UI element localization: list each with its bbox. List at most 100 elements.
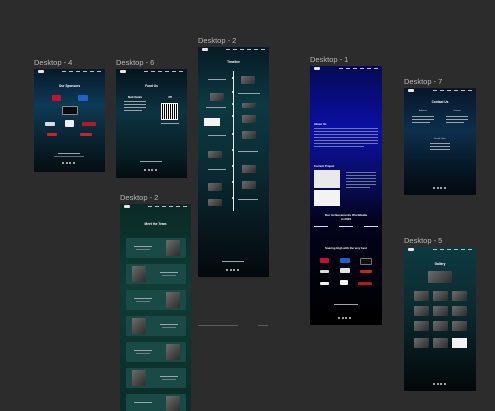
qr-code-image (161, 103, 178, 120)
frame-desktop-6-fund[interactable]: Fund Us Bank Details UPI (116, 69, 187, 178)
team-member-name (160, 376, 178, 377)
frame-desktop-2-timeline[interactable]: Timeline (198, 47, 269, 277)
sponsor-logo-8 (80, 133, 92, 136)
project-text-line (346, 181, 376, 182)
project-text-line (346, 178, 376, 179)
frame-label-desktop-4[interactable]: Desktop - 4 (34, 58, 72, 67)
timeline-text (206, 107, 226, 108)
sponsors-heading: Soaring High with the very best (325, 246, 367, 250)
team-member-card[interactable] (126, 264, 186, 284)
nav-links (339, 68, 378, 69)
about-text-line (314, 131, 378, 132)
about-text-line (314, 143, 378, 144)
frame-label-desktop-2-team[interactable]: Desktop - 2 (120, 193, 158, 202)
upi-title: UPI (168, 96, 172, 99)
social-icons[interactable] (226, 269, 239, 271)
team-member-role (162, 275, 176, 276)
timeline-dot (232, 149, 234, 151)
gallery-photo[interactable] (452, 306, 467, 316)
team-member-card[interactable] (126, 368, 186, 388)
gallery-photo[interactable] (452, 321, 467, 331)
social-icons[interactable] (62, 162, 75, 164)
project-aircraft-image (314, 170, 340, 188)
footer-text-line (58, 153, 80, 154)
frame-desktop-5-gallery[interactable]: Gallery (404, 247, 476, 391)
gallery-photo[interactable] (433, 291, 448, 301)
upi-id-line (161, 123, 179, 124)
timeline-text (208, 169, 226, 170)
about-text-line (314, 134, 378, 135)
bank-detail-line (124, 104, 146, 105)
team-member-card[interactable] (126, 290, 186, 310)
canvas-divider (258, 325, 268, 326)
team-member-role (162, 327, 176, 328)
brand-logo (38, 70, 44, 73)
brand-logo (124, 205, 130, 208)
frame-desktop-7-contact[interactable]: Contact Us Address Contact Social Links (404, 88, 476, 195)
sponsor-logo-1 (320, 258, 329, 263)
frame-label-desktop-7[interactable]: Desktop - 7 (404, 77, 442, 86)
sponsor-logo-7 (320, 282, 329, 285)
frame-label-desktop-5[interactable]: Desktop - 5 (404, 236, 442, 245)
social-icons[interactable] (144, 169, 157, 171)
navbar (404, 88, 476, 93)
team-member-photo (132, 318, 146, 334)
gallery-photo[interactable] (414, 291, 429, 301)
sponsor-logo-1 (52, 95, 61, 101)
sponsor-logo-3 (360, 258, 372, 265)
gallery-photo[interactable] (433, 338, 448, 348)
section-title: Gallery (434, 262, 446, 266)
gallery-photo[interactable] (414, 338, 429, 348)
bank-details-title: Bank Details (127, 96, 143, 99)
gallery-photo[interactable] (414, 306, 429, 316)
address-line (412, 122, 430, 123)
frame-label-desktop-6[interactable]: Desktop - 6 (116, 58, 154, 67)
achievements-subheading: in 2024 (340, 217, 352, 221)
gallery-photo-white[interactable] (452, 338, 467, 348)
navbar (404, 247, 476, 252)
navbar (116, 69, 187, 74)
gallery-photo[interactable] (433, 321, 448, 331)
frame-label-desktop-1[interactable]: Desktop - 1 (310, 55, 348, 64)
timeline-text (238, 93, 260, 94)
timeline-photo (210, 93, 224, 101)
achievement-item (339, 226, 353, 227)
sponsor-logo-3 (62, 106, 78, 115)
bank-detail-line (124, 101, 146, 102)
gallery-photo[interactable] (414, 321, 429, 331)
gallery-photo-featured[interactable] (428, 271, 452, 283)
frame-desktop-4-sponsors[interactable]: Our Sponsors (34, 69, 105, 172)
brand-logo (314, 67, 320, 70)
nav-links (226, 49, 265, 50)
sponsor-logo-2 (78, 95, 88, 101)
section-title: Contact Us (431, 100, 449, 104)
project-text-line (346, 172, 376, 173)
timeline-text (208, 135, 226, 136)
footer-text-line (140, 161, 162, 162)
social-icons[interactable] (433, 383, 446, 385)
social-icons[interactable] (338, 317, 351, 319)
timeline-dot (232, 133, 234, 135)
team-member-card[interactable] (126, 394, 186, 411)
gallery-photo[interactable] (452, 291, 467, 301)
team-member-photo (166, 344, 180, 360)
gallery-photo[interactable] (433, 306, 448, 316)
team-member-card[interactable] (126, 316, 186, 336)
team-member-card[interactable] (126, 238, 186, 258)
section-title: Timeline (227, 60, 240, 64)
team-member-card[interactable] (126, 342, 186, 362)
frame-desktop-2-team[interactable]: Meet the Team (120, 204, 191, 411)
timeline-photo (208, 151, 222, 158)
contact-line (446, 119, 468, 120)
sponsor-logo-7 (47, 133, 57, 136)
frame-label-desktop-2-timeline[interactable]: Desktop - 2 (198, 36, 236, 45)
timeline-text (238, 151, 258, 152)
sponsor-logo-5 (340, 268, 350, 273)
project-text-line (346, 184, 376, 185)
frame-desktop-1-home[interactable]: About Us Current Project Our Achievement… (310, 66, 382, 325)
timeline-photo (208, 183, 222, 191)
timeline-dot (232, 77, 234, 79)
team-member-role (162, 379, 176, 380)
social-icons[interactable] (433, 187, 446, 189)
social-link-line (430, 149, 450, 150)
